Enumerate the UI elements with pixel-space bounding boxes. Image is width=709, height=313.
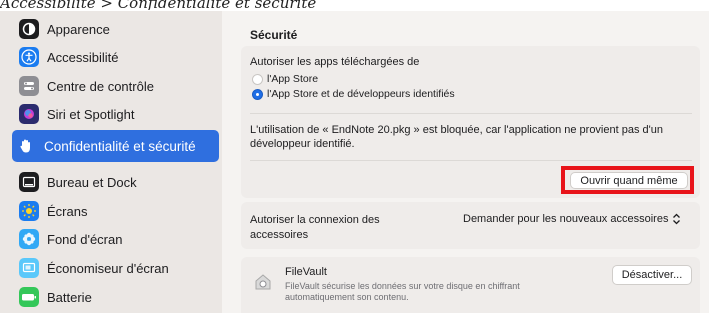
sidebar-item-centre-de-controle[interactable]: Centre de contrôle — [15, 72, 219, 100]
radio-label-app-store: l'App Store — [267, 73, 319, 85]
blocked-message-line1: L'utilisation de « EndNote 20.pkg » est … — [250, 124, 663, 136]
control-center-icon — [19, 76, 39, 96]
sidebar-item-label: Écrans — [47, 203, 88, 219]
sidebar-item-accessibilite[interactable]: Accessibilité — [15, 43, 219, 71]
sidebar-item-label: Apparence — [47, 21, 110, 37]
chevron-updown-icon — [672, 213, 681, 225]
section-title: Sécurité — [250, 28, 298, 42]
highlight-box — [561, 166, 694, 194]
sidebar-item-fond-ecran[interactable]: Fond d'écran — [15, 225, 219, 253]
sidebar: Apparence Accessibilité Centre de contrô… — [0, 11, 222, 313]
sidebar-item-bureau-et-dock[interactable]: Bureau et Dock — [15, 168, 219, 196]
sidebar-item-batterie[interactable]: Batterie — [15, 283, 219, 311]
accessories-select[interactable]: Demander pour les nouveaux accessoires — [463, 213, 681, 225]
sidebar-item-label: Centre de contrôle — [47, 78, 154, 94]
radio-app-store[interactable] — [252, 74, 263, 85]
appearance-icon — [19, 19, 39, 39]
screensaver-icon — [19, 258, 39, 278]
radio-label-app-store-identified: l'App Store et de développeurs identifié… — [267, 88, 455, 100]
blocked-message-line2: développeur identifié. — [250, 138, 355, 150]
sidebar-item-label: Économiseur d'écran — [47, 260, 169, 276]
sidebar-item-confidentialite[interactable]: Confidentialité et sécurité — [12, 130, 219, 162]
sidebar-item-apparence[interactable]: Apparence — [15, 15, 219, 43]
sidebar-item-siri[interactable]: Siri et Spotlight — [15, 100, 219, 128]
filevault-desc-line1: FileVault sécurise les données sur votre… — [285, 281, 520, 291]
divider — [250, 160, 692, 161]
sidebar-item-label: Fond d'écran — [47, 231, 123, 247]
vault-icon — [252, 271, 274, 293]
radio-app-store-identified[interactable] — [252, 89, 263, 100]
sidebar-item-ecrans[interactable]: Écrans — [15, 197, 219, 225]
accessories-select-value: Demander pour les nouveaux accessoires — [463, 213, 669, 225]
accessories-label-line1: Autoriser la connexion des — [250, 214, 380, 226]
displays-icon — [19, 201, 39, 221]
filevault-title: FileVault — [285, 266, 327, 278]
divider — [250, 113, 692, 114]
allow-apps-label: Autoriser les apps téléchargées de — [250, 56, 420, 68]
filevault-desc-line2: automatiquement son contenu. — [285, 292, 409, 302]
accessories-label-line2: accessoires — [250, 229, 309, 241]
dock-icon — [19, 172, 39, 192]
caption-text: Accessibilité > Confidentialité et sécur… — [0, 0, 317, 10]
hand-icon — [16, 136, 36, 156]
siri-icon — [19, 104, 39, 124]
battery-icon — [19, 287, 39, 307]
sidebar-item-label: Batterie — [47, 289, 92, 305]
accessibility-icon — [19, 47, 39, 67]
sidebar-item-label: Bureau et Dock — [47, 174, 137, 190]
wallpaper-icon — [19, 229, 39, 249]
sidebar-item-label: Confidentialité et sécurité — [44, 138, 196, 154]
sidebar-item-label: Accessibilité — [47, 49, 119, 65]
sidebar-item-economiseur[interactable]: Économiseur d'écran — [15, 254, 219, 282]
deactivate-button[interactable]: Désactiver... — [612, 265, 692, 285]
sidebar-item-label: Siri et Spotlight — [47, 106, 135, 122]
